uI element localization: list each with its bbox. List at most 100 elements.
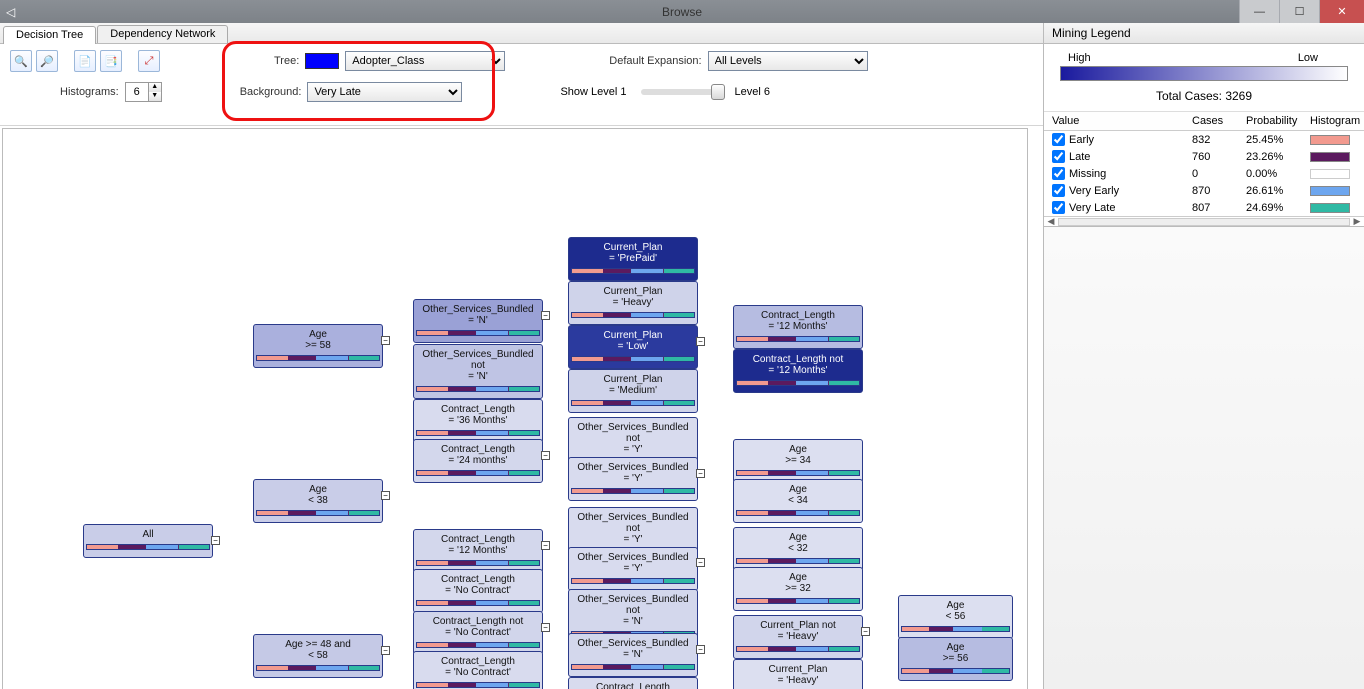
node-histogram [256,355,380,361]
tree-select[interactable]: Adopter_Class [345,51,505,71]
fit-icon[interactable]: ⤢ [138,50,160,72]
zoom-out-icon[interactable]: 🔎 [36,50,58,72]
tree-node[interactable]: Age < 32 [733,527,863,571]
legend-item[interactable]: Late [1052,150,1188,163]
tree-node[interactable]: Age >= 58 [253,324,383,368]
tree-node[interactable]: Age < 34 [733,479,863,523]
tree-canvas[interactable]: All Age >= 58 Age < 38 Age >= 48 and < 58 Ag… [2,128,1028,689]
tree-node[interactable]: All [83,524,213,558]
tree-node[interactable]: Current_Plan = 'Heavy' [568,281,698,325]
legend-value: Early [1069,134,1094,146]
node-label: Contract_Length not = 'No Contract' [416,616,540,638]
tab-dependency-network[interactable]: Dependency Network [97,25,228,43]
node-label: Current_Plan = 'Heavy' [571,286,695,308]
legend-item[interactable]: Early [1052,133,1188,146]
legend-checkbox[interactable] [1052,133,1065,146]
expand-toggle-icon[interactable]: − [696,337,705,346]
legend-checkbox[interactable] [1052,201,1065,214]
tree-canvas-wrap[interactable]: All Age >= 58 Age < 38 Age >= 48 and < 58 Ag… [0,126,1043,689]
tree-node[interactable]: Contract_Length = 'No Contract' [413,651,543,689]
minimize-button[interactable]: — [1239,0,1279,23]
node-histogram [571,488,695,494]
tree-node[interactable]: Other_Services_Bundled = 'N' [413,299,543,343]
spinner-down-icon[interactable]: ▼ [148,92,161,101]
legend-checkbox[interactable] [1052,184,1065,197]
tree-node[interactable]: Contract_Length = '12 Months' [733,305,863,349]
tree-node[interactable]: Age >= 48 and < 58 [253,634,383,678]
default-expansion-select[interactable]: All Levels [708,51,868,71]
default-expansion-label: Default Expansion: [609,55,701,67]
legend-checkbox[interactable] [1052,167,1065,180]
node-histogram [86,544,210,550]
tree-node[interactable]: Contract_Length = 'No Contract' [568,677,698,689]
total-cases: Total Cases: 3269 [1044,85,1364,112]
tab-decision-tree[interactable]: Decision Tree [3,26,96,44]
tree-node[interactable]: Contract_Length = 'No Contract' [413,569,543,613]
tree-node[interactable]: Contract_Length = '24 months' [413,439,543,483]
expand-toggle-icon[interactable]: − [381,336,390,345]
node-label: Age >= 56 [901,642,1010,664]
grad-high-label: High [1068,52,1091,64]
expand-toggle-icon[interactable]: − [541,541,550,550]
spinner-up-icon[interactable]: ▲ [148,83,161,92]
expand-toggle-icon[interactable]: − [211,536,220,545]
tree-node[interactable]: Other_Services_Bundled = 'Y' [568,457,698,501]
zoom-in-icon[interactable]: 🔍 [10,50,32,72]
node-histogram [571,400,695,406]
tree-node[interactable]: Age >= 56 [898,637,1013,681]
tree-node[interactable]: Current_Plan = 'Medium' [568,369,698,413]
expand-toggle-icon[interactable]: − [696,558,705,567]
node-histogram [571,578,695,584]
tree-node[interactable]: Age < 56 [898,595,1013,639]
tree-node[interactable]: Other_Services_Bundled = 'N' [568,633,698,677]
legend-prob: 26.61% [1246,185,1306,197]
legend-item[interactable]: Very Early [1052,184,1188,197]
background-select[interactable]: Very Late [307,82,462,102]
gradient-row: High Low [1044,44,1364,85]
legend-hscroll[interactable]: ◀ ▶ [1044,216,1364,226]
tree-node[interactable]: Age < 38 [253,479,383,523]
tree-node[interactable]: Age >= 34 [733,439,863,483]
tree-node[interactable]: Current_Plan = 'PrePaid' [568,237,698,281]
copy-all-icon[interactable]: 📑 [100,50,122,72]
level-slider[interactable] [641,89,721,95]
level-slider-thumb[interactable] [711,84,725,100]
expand-toggle-icon[interactable]: − [381,491,390,500]
tree-node[interactable]: Other_Services_Bundled not = 'N' [413,344,543,399]
legend-row: Very Early87026.61% [1044,182,1364,199]
tree-node[interactable]: Current_Plan = 'Heavy' [733,659,863,689]
legend-swatch [1310,152,1350,162]
col-value: Value [1052,115,1188,127]
maximize-button[interactable]: ☐ [1279,0,1319,23]
legend-item[interactable]: Very Late [1052,201,1188,214]
tree-node[interactable]: Contract_Length not = 'No Contract' [413,611,543,655]
legend-title: Mining Legend [1044,23,1364,44]
expand-toggle-icon[interactable]: − [381,646,390,655]
node-label: Current_Plan = 'Low' [571,330,695,352]
expand-toggle-icon[interactable]: − [541,311,550,320]
legend-checkbox[interactable] [1052,150,1065,163]
tree-node[interactable]: Contract_Length = '12 Months' [413,529,543,573]
legend-prob: 25.45% [1246,134,1306,146]
copy-icon[interactable]: 📄 [74,50,96,72]
tree-node[interactable]: Current_Plan not = 'Heavy' [733,615,863,659]
legend-scroll-track[interactable] [1058,218,1350,226]
expand-toggle-icon[interactable]: − [696,469,705,478]
tree-node[interactable]: Age >= 32 [733,567,863,611]
legend-item[interactable]: Missing [1052,167,1188,180]
node-histogram [901,626,1010,632]
expand-toggle-icon[interactable]: − [696,645,705,654]
node-label: Contract_Length = 'No Contract' [571,682,695,689]
expand-toggle-icon[interactable]: − [861,627,870,636]
tree-node[interactable]: Current_Plan = 'Low' [568,325,698,369]
expand-toggle-icon[interactable]: − [541,623,550,632]
node-label: Other_Services_Bundled not = 'N' [416,349,540,382]
histograms-input[interactable] [126,83,148,101]
histograms-spinner[interactable]: ▲ ▼ [125,82,162,102]
tree-node[interactable]: Contract_Length not = '12 Months' [733,349,863,393]
tree-node[interactable]: Contract_Length = '36 Months' [413,399,543,443]
expand-toggle-icon[interactable]: − [541,451,550,460]
close-button[interactable]: ✕ [1319,0,1364,23]
tree-node[interactable]: Other_Services_Bundled = 'Y' [568,547,698,591]
node-label: Other_Services_Bundled = 'N' [571,638,695,660]
